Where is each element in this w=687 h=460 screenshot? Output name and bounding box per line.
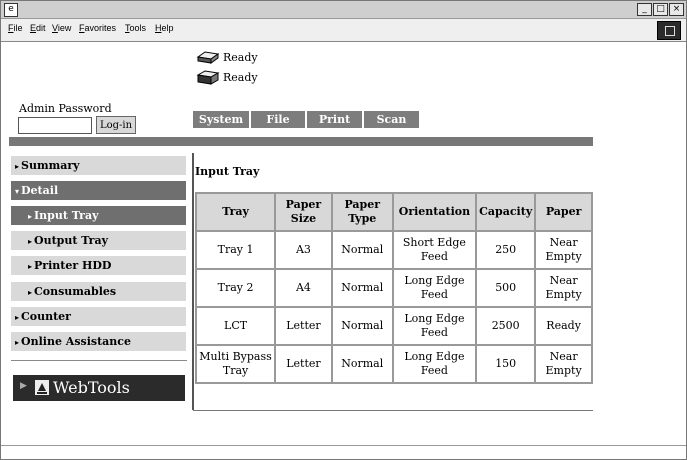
tray-cell: LCT xyxy=(197,308,275,344)
login-button[interactable]: Log-in xyxy=(96,116,136,134)
expand-arrow-icon: ▸ xyxy=(15,337,20,347)
admin-password-label: Admin Password xyxy=(19,102,112,115)
table-header-row: Tray Paper Size Paper Type Orientation C… xyxy=(197,194,591,230)
sidebar-item-label: Counter xyxy=(21,310,71,323)
sidebar-item-label: Input Tray xyxy=(34,209,99,222)
sidebar-item-label: Consumables xyxy=(34,285,117,298)
table-row: LCT Letter Normal Long Edge Feed 2500 Re… xyxy=(197,308,591,344)
app-icon: e xyxy=(4,3,18,17)
top-tabs: System File Print Scan xyxy=(193,111,419,128)
paper-size-cell: A4 xyxy=(276,270,331,306)
scanner-status-label: Ready xyxy=(223,70,258,84)
sidebar-item-label: Output Tray xyxy=(34,234,108,247)
expand-arrow-icon: ▸ xyxy=(15,312,20,322)
arrow-right-icon: ▶ xyxy=(20,381,27,391)
orientation-cell: Long Edge Feed xyxy=(393,270,476,306)
collapse-arrow-icon: ▾ xyxy=(15,186,20,196)
printer-status-label: Ready xyxy=(223,50,258,64)
paper-type-cell: Normal xyxy=(332,232,392,268)
paper-status-cell: Ready xyxy=(536,308,591,344)
expand-arrow-icon: ▸ xyxy=(15,161,20,171)
tab-print[interactable]: Print xyxy=(307,111,362,128)
sidebar-item-output-tray[interactable]: ▸ Output Tray xyxy=(11,231,186,250)
sidebar-item-input-tray[interactable]: ▸ Input Tray xyxy=(11,206,186,225)
orientation-cell: Long Edge Feed xyxy=(393,346,476,382)
paper-type-cell: Normal xyxy=(332,346,392,382)
expand-arrow-icon: ▸ xyxy=(28,236,33,246)
table-row: Tray 2 A4 Normal Long Edge Feed 500 Near… xyxy=(197,270,591,306)
orientation-cell: Short Edge Feed xyxy=(393,232,476,268)
menu-file[interactable]: File xyxy=(8,23,23,33)
header-divider-bar xyxy=(9,137,593,146)
tab-scan[interactable]: Scan xyxy=(364,111,419,128)
scanner-icon xyxy=(195,69,221,85)
orientation-cell: Long Edge Feed xyxy=(393,308,476,344)
menu-favorites[interactable]: Favorites xyxy=(79,23,116,33)
column-header-capacity: Capacity xyxy=(477,194,535,230)
paper-size-cell: Letter xyxy=(276,308,331,344)
column-header-paper: Paper xyxy=(536,194,591,230)
sidebar-item-printer-hdd[interactable]: ▸ Printer HDD xyxy=(11,256,186,275)
content-bottom-divider xyxy=(193,410,593,411)
browser-logo-icon xyxy=(657,21,681,40)
sidebar-item-summary[interactable]: ▸ Summary xyxy=(11,156,186,175)
webtools-banner[interactable]: ▶ WebTools xyxy=(13,375,185,401)
sidebar-item-label: Detail xyxy=(21,184,59,197)
column-header-paper-type: Paper Type xyxy=(332,194,392,230)
paper-status-cell: Near Empty xyxy=(536,270,591,306)
sidebar-divider xyxy=(11,360,187,361)
minimize-button[interactable]: _ xyxy=(637,3,652,16)
tray-cell: Multi Bypass Tray xyxy=(197,346,275,382)
webtools-label: WebTools xyxy=(53,378,130,397)
column-header-orientation: Orientation xyxy=(393,194,476,230)
admin-password-input[interactable] xyxy=(18,117,92,134)
tray-cell: Tray 1 xyxy=(197,232,275,268)
paper-size-cell: Letter xyxy=(276,346,331,382)
menu-tools[interactable]: Tools xyxy=(125,23,146,33)
column-header-tray: Tray xyxy=(197,194,275,230)
capacity-cell: 2500 xyxy=(477,308,535,344)
table-row: Multi Bypass Tray Letter Normal Long Edg… xyxy=(197,346,591,382)
close-button[interactable]: × xyxy=(669,3,684,16)
maximize-button[interactable]: □ xyxy=(653,3,668,16)
input-tray-table: Tray Paper Size Paper Type Orientation C… xyxy=(195,192,593,384)
page-title: Input Tray xyxy=(195,165,260,178)
window-controls: _ □ × xyxy=(637,3,684,16)
capacity-cell: 500 xyxy=(477,270,535,306)
sidebar-vertical-divider xyxy=(192,153,194,410)
browser-window: e _ □ × File Edit View Favorites Tools H… xyxy=(0,0,687,460)
sidebar-item-label: Printer HDD xyxy=(34,259,112,272)
paper-type-cell: Normal xyxy=(332,270,392,306)
paper-status-cell: Near Empty xyxy=(536,346,591,382)
printer-status: Ready xyxy=(195,49,258,65)
tab-system[interactable]: System xyxy=(193,111,249,128)
sidebar-item-online-assistance[interactable]: ▸ Online Assistance xyxy=(11,332,186,351)
table-row: Tray 1 A3 Normal Short Edge Feed 250 Nea… xyxy=(197,232,591,268)
capacity-cell: 250 xyxy=(477,232,535,268)
sidebar-item-consumables[interactable]: ▸ Consumables xyxy=(11,282,186,301)
browser-status-bar xyxy=(1,445,686,460)
tab-file[interactable]: File xyxy=(251,111,305,128)
sidebar-item-label: Summary xyxy=(21,159,80,172)
printer-icon xyxy=(195,49,221,65)
paper-size-cell: A3 xyxy=(276,232,331,268)
webtools-logo-icon xyxy=(35,380,49,395)
tray-cell: Tray 2 xyxy=(197,270,275,306)
sidebar-item-label: Online Assistance xyxy=(21,335,131,348)
column-header-paper-size: Paper Size xyxy=(276,194,331,230)
sidebar-item-counter[interactable]: ▸ Counter xyxy=(11,307,186,326)
capacity-cell: 150 xyxy=(477,346,535,382)
paper-status-cell: Near Empty xyxy=(536,232,591,268)
expand-arrow-icon: ▸ xyxy=(28,211,33,221)
expand-arrow-icon: ▸ xyxy=(28,261,33,271)
paper-type-cell: Normal xyxy=(332,308,392,344)
menu-edit[interactable]: Edit xyxy=(30,23,46,33)
menu-view[interactable]: View xyxy=(52,23,71,33)
scanner-status: Ready xyxy=(195,69,258,85)
menu-help[interactable]: Help xyxy=(155,23,174,33)
sidebar-item-detail[interactable]: ▾ Detail xyxy=(11,181,186,200)
title-bar: e _ □ × xyxy=(1,1,686,19)
expand-arrow-icon: ▸ xyxy=(28,287,33,297)
menu-bar: File Edit View Favorites Tools Help xyxy=(1,19,686,42)
